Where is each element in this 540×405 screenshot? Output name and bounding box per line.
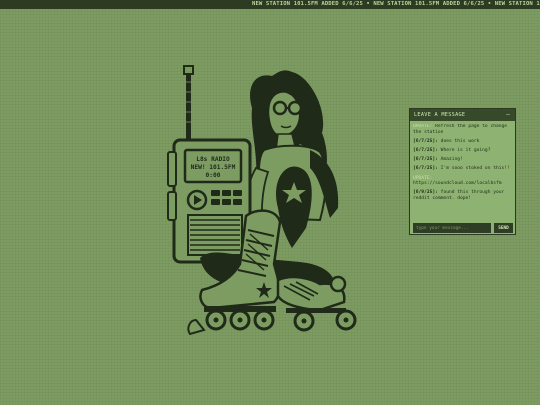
antenna-rod xyxy=(186,74,191,142)
antenna-tip xyxy=(183,65,194,75)
sunglasses-left-lens xyxy=(272,100,288,116)
message-board-header: LEAVE A MESSAGE – xyxy=(410,109,515,121)
minimize-icon[interactable]: – xyxy=(506,109,510,121)
radio-display-line2: NEW! 101.5FM xyxy=(191,164,236,171)
radio-button-6[interactable] xyxy=(233,199,242,205)
message-board: LEAVE A MESSAGE – UPDATE: Refresh the pa… xyxy=(409,108,516,235)
girl-raised-leg xyxy=(276,166,312,248)
message-item: UPDATE: Refresh the page to change the s… xyxy=(413,124,508,135)
message-form: SEND xyxy=(413,223,513,233)
message-item: [6/7/25]: I'm sooo stoked on this!! xyxy=(413,166,510,172)
radio-display-line1: L8s RADIO xyxy=(196,156,230,163)
sunglasses-right-lens xyxy=(287,100,303,116)
radio-button-1[interactable] xyxy=(211,190,220,196)
radio-button-2[interactable] xyxy=(222,190,231,196)
message-input[interactable] xyxy=(413,223,491,233)
radio-button-3[interactable] xyxy=(233,190,242,196)
message-item: [6/7/25]: Amazing! xyxy=(413,157,463,163)
skate-toe-stop xyxy=(187,318,206,336)
ticker-text: NEW STATION 101.5FM ADDED 6/6/25 • NEW S… xyxy=(252,1,540,7)
message-item: UPDATE: https://soundcloud.com/localbsfm xyxy=(413,175,502,187)
message-list[interactable]: UPDATE: Refresh the page to change the s… xyxy=(413,124,513,219)
message-board-title: LEAVE A MESSAGE xyxy=(414,112,466,118)
message-item: [6/7/25]: does this work xyxy=(413,138,480,144)
news-ticker: NEW STATION 101.5FM ADDED 6/6/25 • NEW S… xyxy=(0,0,540,9)
message-item: [6/9/25]: found this through your reddit… xyxy=(413,190,505,201)
message-item: [6/7/25]: Where is it going? xyxy=(413,147,491,153)
radio-button-4[interactable] xyxy=(211,199,220,205)
radio-girl-illustration: L8s RADIO NEW! 101.5FM 0:00 xyxy=(167,65,357,336)
send-button[interactable]: SEND xyxy=(494,223,513,233)
radio-button-5[interactable] xyxy=(222,199,231,205)
radio-display-time: 0:00 xyxy=(206,172,221,179)
